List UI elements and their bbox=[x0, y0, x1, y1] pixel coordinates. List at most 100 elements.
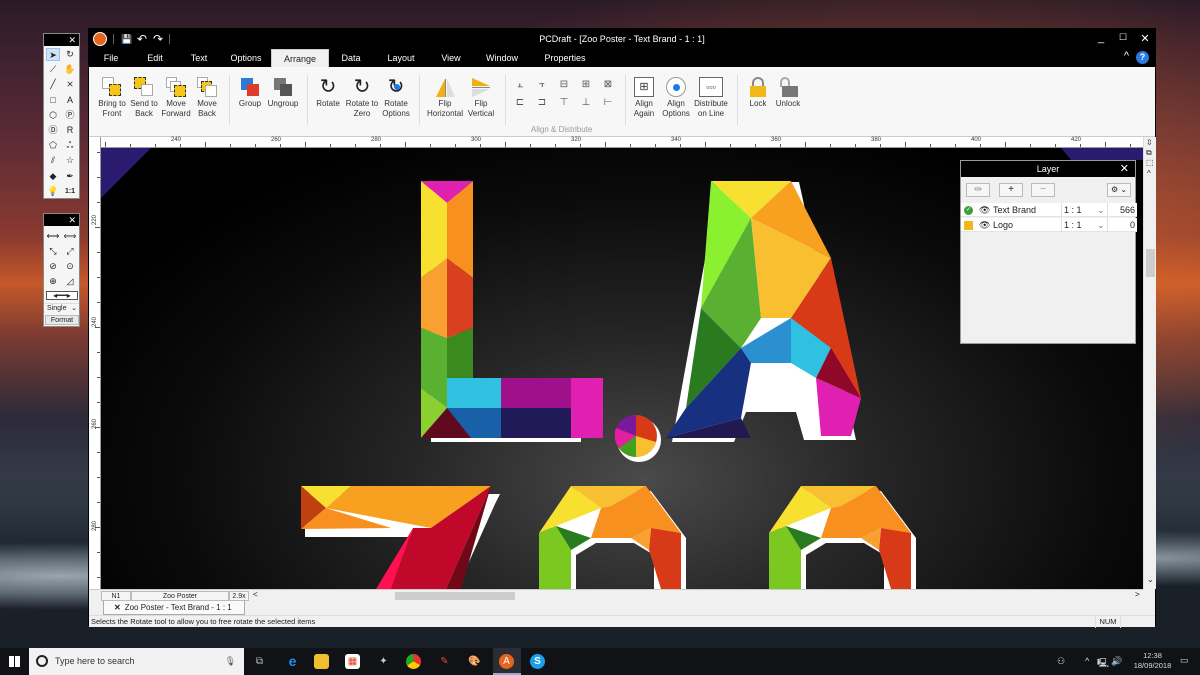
align-top-icon[interactable]: ⫟ bbox=[535, 79, 549, 91]
diameter-dimension-tool-icon[interactable]: ⊙ bbox=[63, 260, 77, 273]
move-back-button[interactable]: Move Back bbox=[190, 77, 224, 119]
line-tool-tool-icon[interactable]: ⟋ bbox=[46, 63, 60, 76]
pan-icon[interactable]: ⧉ bbox=[1146, 148, 1152, 158]
slope-dimension-tool-icon[interactable]: ⤡ bbox=[46, 245, 60, 258]
paint-app-icon[interactable]: ✎ bbox=[437, 654, 452, 669]
text-tool-icon[interactable]: A bbox=[63, 94, 77, 107]
app-icon[interactable]: ✦ bbox=[376, 654, 391, 669]
palette-app-icon[interactable]: 🎨 bbox=[467, 654, 482, 669]
lock-button[interactable]: Lock bbox=[741, 77, 775, 109]
close-tab-icon[interactable]: ✕ bbox=[114, 603, 121, 612]
distribute-vertical-icon[interactable]: ⊥ bbox=[579, 97, 593, 109]
rectangle-tool-icon[interactable]: □ bbox=[46, 94, 60, 107]
show-hidden-icons[interactable]: ^ bbox=[1085, 656, 1089, 666]
split-view-icon[interactable]: ⇳ bbox=[1146, 138, 1153, 147]
file-explorer-icon[interactable] bbox=[314, 654, 329, 669]
group-button[interactable]: Group bbox=[233, 77, 267, 109]
horizontal-scrollbar[interactable]: N1 Zoo Poster 2.9x < > bbox=[89, 589, 1143, 601]
windows-start-icon[interactable] bbox=[9, 656, 20, 667]
menu-layout[interactable]: Layout bbox=[373, 49, 429, 67]
tool-palette-close-icon[interactable]: ✕ bbox=[44, 34, 79, 46]
move-forward-button[interactable]: Move Forward bbox=[159, 77, 193, 119]
align-left-icon[interactable]: ⊏ bbox=[513, 97, 527, 109]
dimension-palette-close-icon[interactable]: ✕ bbox=[44, 214, 79, 226]
scroll-right-icon[interactable]: > bbox=[1135, 590, 1140, 599]
dimension-circle-tool-icon[interactable]: Ⓓ bbox=[46, 124, 60, 137]
volume-icon[interactable]: 🔊 bbox=[1111, 656, 1122, 667]
visibility-eye-icon[interactable]: 👁 bbox=[979, 203, 990, 217]
scroll-left-icon[interactable]: < bbox=[253, 590, 258, 599]
star-tool-icon[interactable]: ☆ bbox=[63, 154, 77, 167]
vertical-scrollbar[interactable]: ⇳ ⧉ ⬚ ^ ⌄ bbox=[1143, 137, 1156, 589]
freeform-tool-icon[interactable]: ⬠ bbox=[46, 139, 60, 152]
rotate-options-button[interactable]: ↻ RotateOptions bbox=[379, 77, 413, 119]
rotate-to-zero-button[interactable]: ↻ Rotate to Zero bbox=[343, 77, 381, 119]
flip-horizontal-button[interactable]: Flip Horizontal bbox=[425, 77, 465, 119]
maximize-button[interactable]: ☐ bbox=[1115, 32, 1131, 43]
microphone-icon[interactable]: 🎙 bbox=[225, 648, 236, 675]
angle-dimension-tool-icon[interactable]: ◿ bbox=[63, 275, 77, 288]
skype-icon[interactable]: S bbox=[530, 654, 545, 669]
lock-icon[interactable] bbox=[964, 221, 973, 230]
layer-row[interactable]: 👁 Logo 1 : 1 ⌄ 0 bbox=[961, 218, 1137, 232]
unlock-button[interactable]: Unlock bbox=[771, 77, 805, 109]
line-style-preview[interactable]: ◂━━▸ bbox=[46, 291, 78, 300]
line-style-select[interactable]: Single ⌄ bbox=[45, 303, 79, 313]
task-view-icon[interactable]: ⧉ bbox=[252, 654, 267, 669]
people-icon[interactable]: ⚇ bbox=[1057, 656, 1065, 667]
layer-panel-close-icon[interactable]: ✕ bbox=[1120, 161, 1129, 177]
send-to-back-button[interactable]: Send to Back bbox=[127, 77, 161, 119]
align-options-button[interactable]: Align Options bbox=[659, 77, 693, 119]
bring-to-front-button[interactable]: Bring to Front bbox=[95, 77, 129, 119]
polygon-tool-icon[interactable]: ⬡ bbox=[46, 109, 60, 122]
align-center-horizontal-icon[interactable]: ⊤ bbox=[557, 97, 571, 109]
taskbar-search-box[interactable]: Type here to search 🎙 bbox=[29, 648, 244, 675]
eyedropper-tool-icon[interactable]: ✒ bbox=[63, 170, 77, 183]
spiral-tool-icon[interactable]: ஃ bbox=[63, 139, 77, 152]
double-line-tool-icon[interactable]: ⫽ bbox=[46, 154, 60, 167]
scale-tool-icon[interactable]: 1:1 bbox=[63, 185, 77, 198]
collapse-ribbon-icon[interactable]: ^ bbox=[1124, 50, 1129, 62]
flip-vertical-button[interactable]: Flip Vertical bbox=[463, 77, 499, 119]
menu-arrange[interactable]: Arrange bbox=[271, 49, 329, 67]
select-icon[interactable]: ⬚ bbox=[1146, 158, 1154, 167]
rotate-button[interactable]: ↻ Rotate bbox=[311, 77, 345, 109]
chevron-down-icon[interactable]: ⌄ bbox=[1097, 218, 1105, 232]
zoom-level[interactable]: 2.9x bbox=[229, 591, 249, 601]
edge-icon[interactable]: e bbox=[285, 654, 300, 669]
perpendicular-tool-icon[interactable]: ⨯ bbox=[63, 78, 77, 91]
ungroup-button[interactable]: Ungroup bbox=[265, 77, 301, 109]
align-right-icon[interactable]: ⊐ bbox=[535, 97, 549, 109]
pcdraft-taskbar-button[interactable]: A bbox=[493, 648, 521, 675]
menu-window[interactable]: Window bbox=[473, 49, 531, 67]
distribute-horizontal-space-icon[interactable]: ⊠ bbox=[601, 79, 615, 91]
attribute-tool-icon[interactable]: ◆ bbox=[46, 170, 60, 183]
network-icon[interactable]: 🖳 bbox=[1097, 656, 1109, 672]
radius-dimension-tool-icon[interactable]: ⊘ bbox=[46, 260, 60, 273]
layer-settings-button[interactable]: ⚙ ⌄ bbox=[1107, 183, 1131, 197]
distribute-horizontal-icon[interactable]: ⊞ bbox=[579, 79, 593, 91]
close-button[interactable]: ✕ bbox=[1137, 32, 1153, 45]
vertical-scroll-thumb[interactable] bbox=[1146, 249, 1155, 277]
perpendicular-dimension-tool-icon[interactable]: ⤢ bbox=[63, 245, 77, 258]
hand-tool-icon[interactable]: ✋ bbox=[63, 63, 77, 76]
menu-options[interactable]: Options bbox=[221, 49, 271, 67]
parallel-tool-icon[interactable]: Ⓟ bbox=[63, 109, 77, 122]
menu-data[interactable]: Data bbox=[329, 49, 373, 67]
menu-text[interactable]: Text bbox=[177, 49, 221, 67]
scroll-up-icon[interactable]: ^ bbox=[1147, 169, 1151, 178]
minimize-button[interactable]: _ bbox=[1093, 32, 1109, 44]
format-button[interactable]: Format bbox=[45, 315, 79, 325]
vertical-dimension-tool-icon[interactable]: ⟺ bbox=[63, 230, 77, 243]
remove-layer-button[interactable]: − bbox=[1031, 183, 1055, 197]
distribute-vertical-space-icon[interactable]: ⊢ bbox=[601, 97, 615, 109]
menu-edit[interactable]: Edit bbox=[133, 49, 177, 67]
layer-name[interactable]: Logo bbox=[993, 218, 1013, 232]
align-bottom-icon[interactable]: ⫠ bbox=[513, 79, 527, 91]
layer-name[interactable]: Text Brand bbox=[993, 203, 1036, 217]
distribute-on-line-button[interactable]: ▫▫▫ Distribute on Line bbox=[691, 77, 731, 119]
menu-properties[interactable]: Properties bbox=[531, 49, 599, 67]
diagonal-line-tool-icon[interactable]: ╱ bbox=[46, 78, 60, 91]
merge-layers-button[interactable]: ⇹ bbox=[966, 183, 990, 197]
center-mark-tool-icon[interactable]: ⊕ bbox=[46, 275, 60, 288]
